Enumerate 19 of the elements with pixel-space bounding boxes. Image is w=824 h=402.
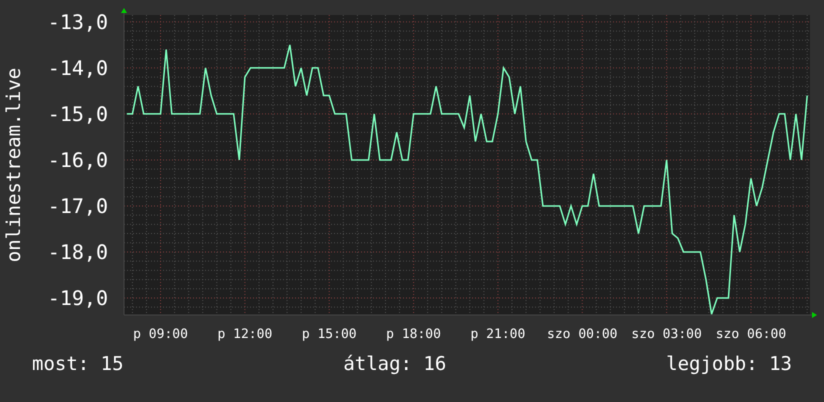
y-axis-label: onlinestream.live xyxy=(3,68,25,262)
y-tick-label: -13,0 xyxy=(48,10,108,34)
legend-stat: most: 15 xyxy=(32,353,124,375)
legend-stat: átlag: 16 xyxy=(343,353,446,375)
x-tick-label: p 12:00 xyxy=(218,327,272,342)
y-tick-label: -18,0 xyxy=(48,240,108,264)
x-tick-label: p 18:00 xyxy=(386,327,441,342)
x-tick-label: szo 03:00 xyxy=(631,327,702,342)
y-tick-label: -19,0 xyxy=(48,286,108,310)
x-tick-label: szo 00:00 xyxy=(547,327,618,342)
x-tick-label: szo 06:00 xyxy=(716,327,786,342)
y-tick-label: -16,0 xyxy=(48,148,108,172)
y-tick-label: -15,0 xyxy=(48,102,108,126)
y-tick-label: -14,0 xyxy=(48,56,108,80)
x-tick-label: p 21:00 xyxy=(470,327,526,342)
y-tick-label: -17,0 xyxy=(48,194,108,218)
x-tick-label: p 09:00 xyxy=(133,327,188,342)
x-tick-label: p 15:00 xyxy=(302,327,357,342)
legend-stat: legjobb: 13 xyxy=(666,353,792,375)
